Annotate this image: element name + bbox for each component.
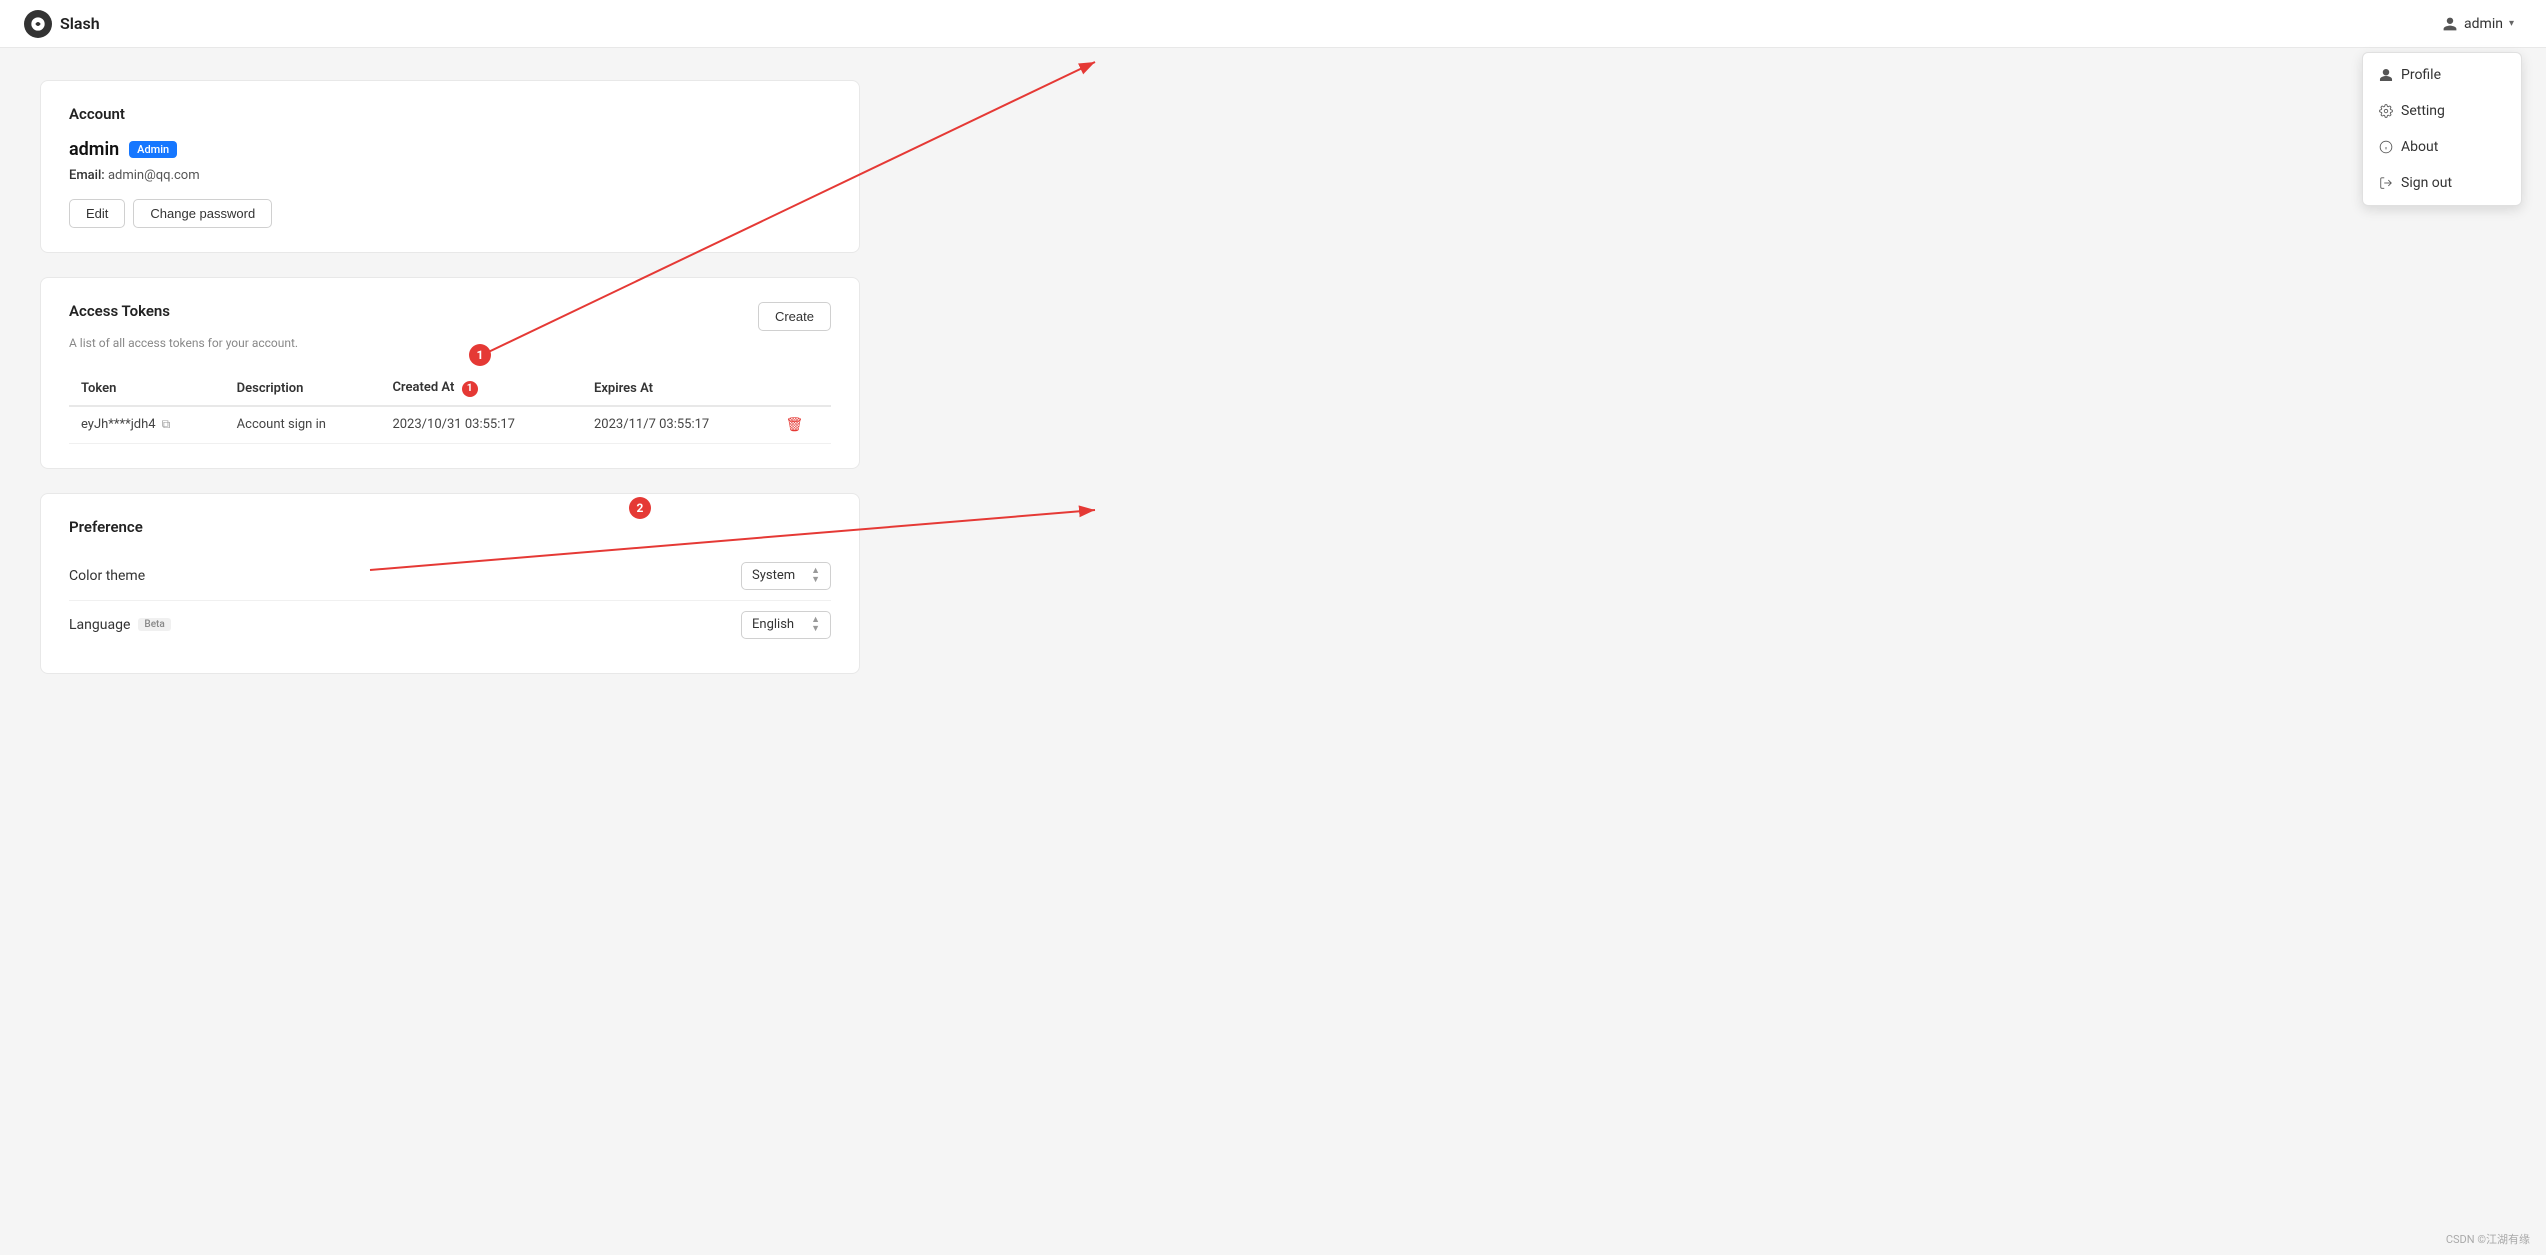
app-header: Slash admin ▾ Profile xyxy=(0,0,2546,48)
tokens-subtitle: A list of all access tokens for your acc… xyxy=(69,336,298,350)
color-theme-select[interactable]: System ▲▼ xyxy=(741,562,831,590)
table-row: eyJh****jdh4 ⧉ Account sign in 2023/10/3… xyxy=(69,406,831,444)
app-logo xyxy=(24,10,52,38)
col-description: Description xyxy=(225,372,381,406)
preference-section-title: Preference xyxy=(69,518,831,536)
delete-cell: 🗑 xyxy=(774,406,832,444)
color-theme-row: Color theme System ▲▼ xyxy=(69,552,831,601)
main-content: Account admin Admin Email: admin@qq.com … xyxy=(0,48,900,730)
beta-badge: Beta xyxy=(138,618,170,631)
email-row: Email: admin@qq.com xyxy=(69,168,831,183)
change-password-button[interactable]: Change password xyxy=(133,199,272,228)
email-value: admin@qq.com xyxy=(108,168,200,183)
language-label-group: Language Beta xyxy=(69,617,171,633)
select-arrows-icon: ▲▼ xyxy=(811,567,820,585)
info-icon xyxy=(2379,140,2393,154)
user-label: admin xyxy=(2464,16,2503,32)
copy-icon[interactable]: ⧉ xyxy=(162,417,171,432)
created-at-cell: 2023/10/31 03:55:17 xyxy=(380,406,582,444)
expires-at-cell: 2023/11/7 03:55:17 xyxy=(582,406,774,444)
about-label: About xyxy=(2401,139,2438,155)
email-label: Email: xyxy=(69,168,105,183)
token-cell: eyJh****jdh4 ⧉ xyxy=(69,406,225,444)
col-created-at: Created At 1 xyxy=(380,372,582,406)
profile-icon xyxy=(2379,68,2393,82)
language-value: English xyxy=(752,617,794,632)
col-expires-at: Expires At xyxy=(582,372,774,406)
account-section-title: Account xyxy=(69,105,831,123)
tokens-table: Token Description Created At 1 Expires A… xyxy=(69,372,831,444)
gear-icon xyxy=(2379,104,2393,118)
preference-section: Preference Color theme System ▲▼ Languag… xyxy=(40,493,860,674)
account-actions: Edit Change password xyxy=(69,199,831,228)
app-title: Slash xyxy=(60,14,100,33)
user-avatar-icon xyxy=(2442,16,2458,32)
edit-button[interactable]: Edit xyxy=(69,199,125,228)
tokens-header-left: Access Tokens A list of all access token… xyxy=(69,302,298,366)
signout-label: Sign out xyxy=(2401,175,2452,191)
tokens-header: Access Tokens A list of all access token… xyxy=(69,302,831,366)
account-section: Account admin Admin Email: admin@qq.com … xyxy=(40,80,860,253)
description-cell: Account sign in xyxy=(225,406,381,444)
logo-icon xyxy=(30,16,46,32)
tokens-table-body: eyJh****jdh4 ⧉ Account sign in 2023/10/3… xyxy=(69,406,831,444)
footer: CSDN ©江湖有缘 xyxy=(2446,1231,2530,1247)
tokens-header-row: Token Description Created At 1 Expires A… xyxy=(69,372,831,406)
language-select[interactable]: English ▲▼ xyxy=(741,611,831,639)
col-actions xyxy=(774,372,832,406)
account-username: admin xyxy=(69,139,119,160)
language-row: Language Beta English ▲▼ xyxy=(69,601,831,649)
language-select-arrows-icon: ▲▼ xyxy=(811,616,820,634)
dropdown-item-signout[interactable]: Sign out xyxy=(2363,165,2521,201)
color-theme-label: Color theme xyxy=(69,568,145,584)
color-theme-value: System xyxy=(752,568,795,583)
profile-label: Profile xyxy=(2401,67,2441,83)
create-token-button[interactable]: Create xyxy=(758,302,831,331)
delete-token-button[interactable]: 🗑 xyxy=(786,417,804,433)
tokens-section-title: Access Tokens xyxy=(69,302,298,320)
header-left: Slash xyxy=(24,10,100,38)
admin-badge: Admin xyxy=(129,141,177,158)
access-tokens-section: Access Tokens A list of all access token… xyxy=(40,277,860,469)
user-menu-container: admin ▾ Profile Setting xyxy=(2434,12,2522,36)
signout-icon xyxy=(2379,176,2393,190)
user-menu-trigger[interactable]: admin ▾ xyxy=(2434,12,2522,36)
chevron-down-icon: ▾ xyxy=(2509,18,2514,29)
dropdown-item-about[interactable]: About xyxy=(2363,129,2521,165)
annotation-1: 1 xyxy=(462,381,478,397)
setting-label: Setting xyxy=(2401,103,2445,119)
token-cell-inner: eyJh****jdh4 ⧉ xyxy=(81,417,213,432)
dropdown-item-profile[interactable]: Profile xyxy=(2363,57,2521,93)
dropdown-item-setting[interactable]: Setting xyxy=(2363,93,2521,129)
footer-text: CSDN ©江湖有缘 xyxy=(2446,1233,2530,1246)
user-dropdown-menu: Profile Setting About xyxy=(2362,52,2522,206)
language-label: Language xyxy=(69,617,130,633)
account-name-row: admin Admin xyxy=(69,139,831,160)
token-value: eyJh****jdh4 xyxy=(81,417,156,432)
col-token: Token xyxy=(69,372,225,406)
tokens-table-header: Token Description Created At 1 Expires A… xyxy=(69,372,831,406)
